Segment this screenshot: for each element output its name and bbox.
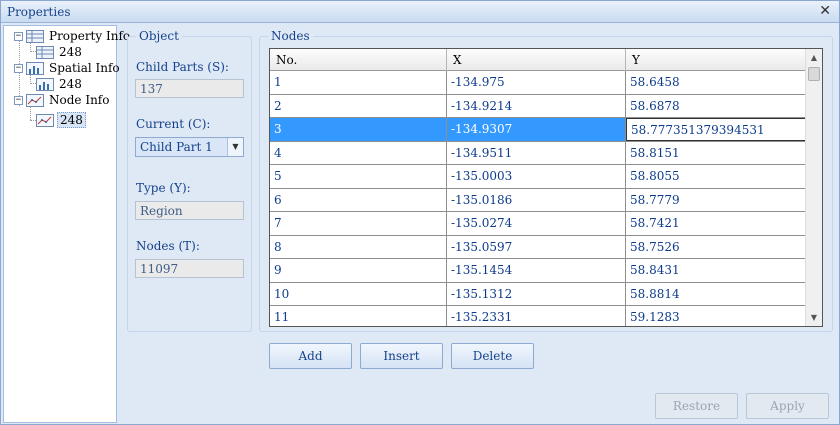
cell-no[interactable]: 8 [270,235,447,258]
tree-item-spatial-248[interactable]: 248 [36,76,84,92]
type-label: Type (Y): [136,181,191,195]
tree-item-label: 248 [59,77,82,91]
collapse-icon[interactable]: − [14,31,23,41]
table-row[interactable]: 11 -135.2331 59.1283 [270,306,806,326]
table-row[interactable]: 1 -134.975 58.6458 [270,71,806,95]
tree-item-label: Node Info [49,93,110,107]
nodes-count-label: Nodes (T): [136,239,200,253]
cell-x[interactable]: -134.9307 [447,118,626,141]
cell-y[interactable]: 58.6878 [626,94,806,117]
scroll-thumb[interactable] [808,67,820,81]
table-row[interactable]: 8 -135.0597 58.7526 [270,235,806,259]
cell-x[interactable]: -135.1312 [447,282,626,305]
cell-y[interactable]: 58.7526 [626,235,806,258]
tree-item-label: 248 [59,45,82,59]
tree-item-node-248[interactable]: 248 [36,112,86,128]
add-button[interactable]: Add [269,343,352,369]
insert-button[interactable]: Insert [360,343,443,369]
tree-item-label: 248 [57,112,86,128]
cell-x[interactable]: -135.0274 [447,212,626,235]
cell-x[interactable]: -134.9214 [447,94,626,117]
cell-x[interactable]: -135.0003 [447,165,626,188]
cell-x[interactable]: -135.0186 [447,188,626,211]
cell-x[interactable]: -135.1454 [447,259,626,282]
chart-icon [36,77,54,91]
vertical-scrollbar[interactable]: ▲ ▼ [805,49,822,326]
current-dropdown[interactable]: Child Part 1 ▼ [135,137,244,157]
object-group-title: Object [136,29,182,43]
cell-no[interactable]: 1 [270,71,447,94]
delete-button[interactable]: Delete [451,343,534,369]
scroll-up-icon[interactable]: ▲ [806,49,822,66]
collapse-icon[interactable]: − [14,63,23,73]
nodes-grid[interactable]: No. X Y 1 -134.975 58.6458 2 -134.9214 58.687… [269,48,823,327]
cell-y[interactable]: 58.8814 [626,282,806,305]
grid-body: 1 -134.975 58.6458 2 -134.9214 58.6878 3 -134.9… [270,71,806,326]
cell-y[interactable]: 58.7779 [626,188,806,211]
restore-button[interactable]: Restore [655,393,738,419]
current-label: Current (C): [136,117,211,131]
cell-no[interactable]: 5 [270,165,447,188]
title-bar[interactable]: Properties ✕ [1,1,839,23]
child-parts-field[interactable]: 137 [135,79,244,98]
current-dropdown-value: Child Part 1 [140,140,213,154]
tree-item-spatial-info[interactable]: − Spatial Info [14,60,122,76]
tree-item-node-info[interactable]: − Node Info [14,92,111,108]
table-row[interactable]: 7 -135.0274 58.7421 [270,212,806,236]
cell-no[interactable]: 3 [270,118,447,141]
properties-window: Properties ✕ − Property Info 248 − Spati… [0,0,840,425]
cell-no[interactable]: 4 [270,141,447,164]
child-parts-label: Child Parts (S): [136,60,229,74]
table-row[interactable]: 10 -135.1312 58.8814 [270,282,806,306]
column-header-y[interactable]: Y [626,49,806,71]
chevron-down-icon[interactable]: ▼ [227,138,243,156]
table-row[interactable]: 6 -135.0186 58.7779 [270,188,806,212]
apply-button[interactable]: Apply [746,393,829,419]
cell-no[interactable]: 9 [270,259,447,282]
cell-x[interactable]: -135.0597 [447,235,626,258]
cell-y[interactable]: 59.1283 [626,306,806,326]
column-header-no[interactable]: No. [270,49,447,71]
property-tree[interactable]: − Property Info 248 − Spatial Info 248 −… [3,25,130,423]
cell-y[interactable]: 58.6458 [626,71,806,94]
cell-x[interactable]: -135.2331 [447,306,626,326]
cell-x[interactable]: -134.9511 [447,141,626,164]
tree-item-label: Property Info [49,29,131,43]
scatter-icon [36,113,54,127]
cell-x[interactable]: -134.975 [447,71,626,94]
chart-icon [26,61,44,75]
column-header-x[interactable]: X [447,49,626,71]
scroll-down-icon[interactable]: ▼ [806,309,822,326]
nodes-count-field[interactable]: 11097 [135,259,244,278]
table-row[interactable]: 9 -135.1454 58.8431 [270,259,806,283]
cell-y[interactable]: 58.8055 [626,165,806,188]
scatter-icon [26,93,44,107]
tree-item-property-info[interactable]: − Property Info [14,28,132,44]
type-field[interactable]: Region [135,201,244,220]
tree-item-label: Spatial Info [49,61,120,75]
collapse-icon[interactable]: − [14,95,23,105]
nodes-group-title: Nodes [268,29,313,43]
cell-y[interactable]: 58.7421 [626,212,806,235]
table-row[interactable]: 4 -134.9511 58.8151 [270,141,806,165]
cell-no[interactable]: 7 [270,212,447,235]
table-row[interactable]: 5 -135.0003 58.8055 [270,165,806,189]
window-title: Properties [7,5,71,19]
table-row[interactable]: 3 -134.9307 58.777351379394531 [270,118,806,142]
cell-y[interactable]: 58.8431 [626,259,806,282]
table-icon [36,45,54,59]
cell-no[interactable]: 6 [270,188,447,211]
grid-header: No. X Y [270,49,806,71]
cell-no[interactable]: 10 [270,282,447,305]
cell-no[interactable]: 11 [270,306,447,326]
cell-no[interactable]: 2 [270,94,447,117]
close-icon[interactable]: ✕ [819,3,831,19]
tree-item-property-248[interactable]: 248 [36,44,84,60]
cell-y[interactable]: 58.8151 [626,141,806,164]
table-row[interactable]: 2 -134.9214 58.6878 [270,94,806,118]
cell-y[interactable]: 58.777351379394531 [626,118,806,141]
table-icon [26,29,44,43]
